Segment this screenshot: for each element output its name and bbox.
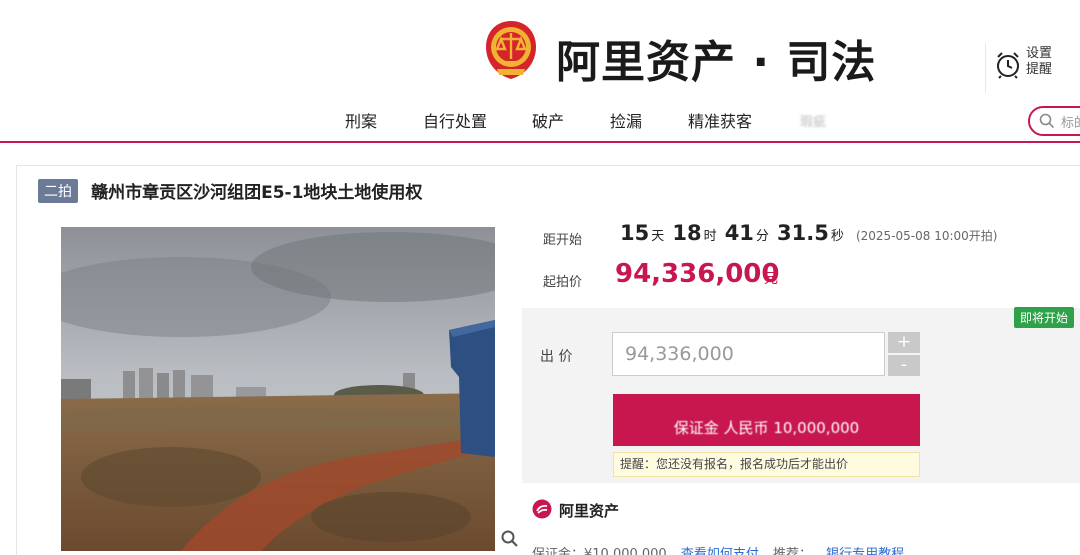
price-unit: 元 [764, 271, 778, 287]
status-badge: 即将开始 [1014, 307, 1075, 328]
brand-title: 阿里资产 · 司法 [556, 37, 877, 88]
nav-item-criminal[interactable]: 刑案 [345, 108, 377, 132]
increase-bid-button[interactable]: + [888, 332, 920, 353]
search-icon [1039, 113, 1055, 129]
item-title: 赣州市章贡区沙河组团E5-1地块土地使用权 [91, 183, 423, 203]
deposit-info-row: 保证金：¥10,000,000 查看如何支付 推荐： 银行专用教程 [532, 543, 904, 555]
header-divider [0, 141, 1080, 143]
ali-assets-row: 阿里资产 [522, 488, 1080, 528]
countdown-label: 距开始 [543, 233, 583, 248]
item-photo[interactable] [61, 227, 495, 551]
alarm-clock-icon [997, 52, 1019, 79]
countdown-hours: 18 [672, 221, 702, 245]
registration-tip: 提醒：您还没有报名，报名成功后才能出价 [613, 452, 920, 477]
search-placeholder: 标的 [1061, 116, 1080, 131]
countdown-timer: 15 天 18 时 41 分 31.5 秒 (2025-05-08 10:00开拍) [620, 221, 997, 245]
pay-deposit-button[interactable]: 保证金 人民币 10,000,000 [613, 394, 920, 446]
nav-item-self-disposal[interactable]: 自行处置 [423, 108, 487, 132]
reminder-label: 设置 提醒 [1026, 46, 1052, 78]
auction-info: 距开始 15 天 18 时 41 分 31.5 秒 (2025-05-08 10:00开… [522, 211, 1080, 306]
countdown-minutes: 41 [724, 221, 754, 245]
search-input[interactable]: 标的 [1028, 106, 1080, 136]
item-title-row: 二拍 赣州市章贡区沙河组团E5-1地块土地使用权 [38, 178, 422, 204]
nav-item-bankruptcy[interactable]: 破产 [532, 108, 564, 132]
bank-tutorial-link[interactable]: 银行专用教程 [826, 547, 904, 555]
start-time: (2025-05-08 10:00开拍) [855, 229, 998, 243]
decrease-bid-button[interactable]: - [888, 355, 920, 376]
reminder-line2: 提醒 [1026, 62, 1053, 77]
bid-label: 出 价 [540, 349, 573, 365]
countdown-days: 15 [620, 221, 650, 245]
ali-assets-logo-icon [532, 499, 552, 519]
minutes-unit: 分 [755, 229, 769, 244]
court-emblem-logo [486, 21, 536, 79]
reminder-line1: 设置 [1026, 46, 1053, 61]
countdown-seconds: 31.5 [777, 221, 829, 245]
set-reminder-button[interactable]: 设置 提醒 [985, 43, 1080, 93]
nav-item-precision-leads[interactable]: 精准获客 [688, 108, 752, 132]
seconds-unit: 秒 [830, 229, 844, 244]
deposit-amount: 保证金：¥10,000,000 [532, 547, 667, 555]
bid-amount-input[interactable]: 94,336,000 [612, 332, 885, 376]
ali-assets-name: 阿里资产 [559, 502, 620, 520]
round-badge: 二拍 [38, 178, 78, 203]
zoom-icon[interactable] [501, 530, 519, 548]
how-to-pay-link[interactable]: 查看如何支付 [681, 547, 759, 555]
hours-unit: 时 [703, 229, 717, 244]
main-nav: 刑案 自行处置 破产 捡漏 精准获客 瑕疵 [0, 108, 1080, 134]
price-label: 起拍价 [543, 275, 583, 290]
recommend-label: 推荐： [773, 547, 813, 555]
starting-price: 94,336,000 [615, 259, 780, 289]
deposit-button-label: 保证金 人民币 10,000,000 [673, 419, 860, 437]
nav-item-blurred[interactable]: 瑕疵 [800, 111, 826, 130]
site-header: 阿里资产 · 司法 刑案 自行处置 破产 捡漏 精准获客 瑕疵 标的 [0, 0, 1080, 143]
days-unit: 天 [651, 229, 665, 244]
nav-item-bargain[interactable]: 捡漏 [610, 108, 642, 132]
